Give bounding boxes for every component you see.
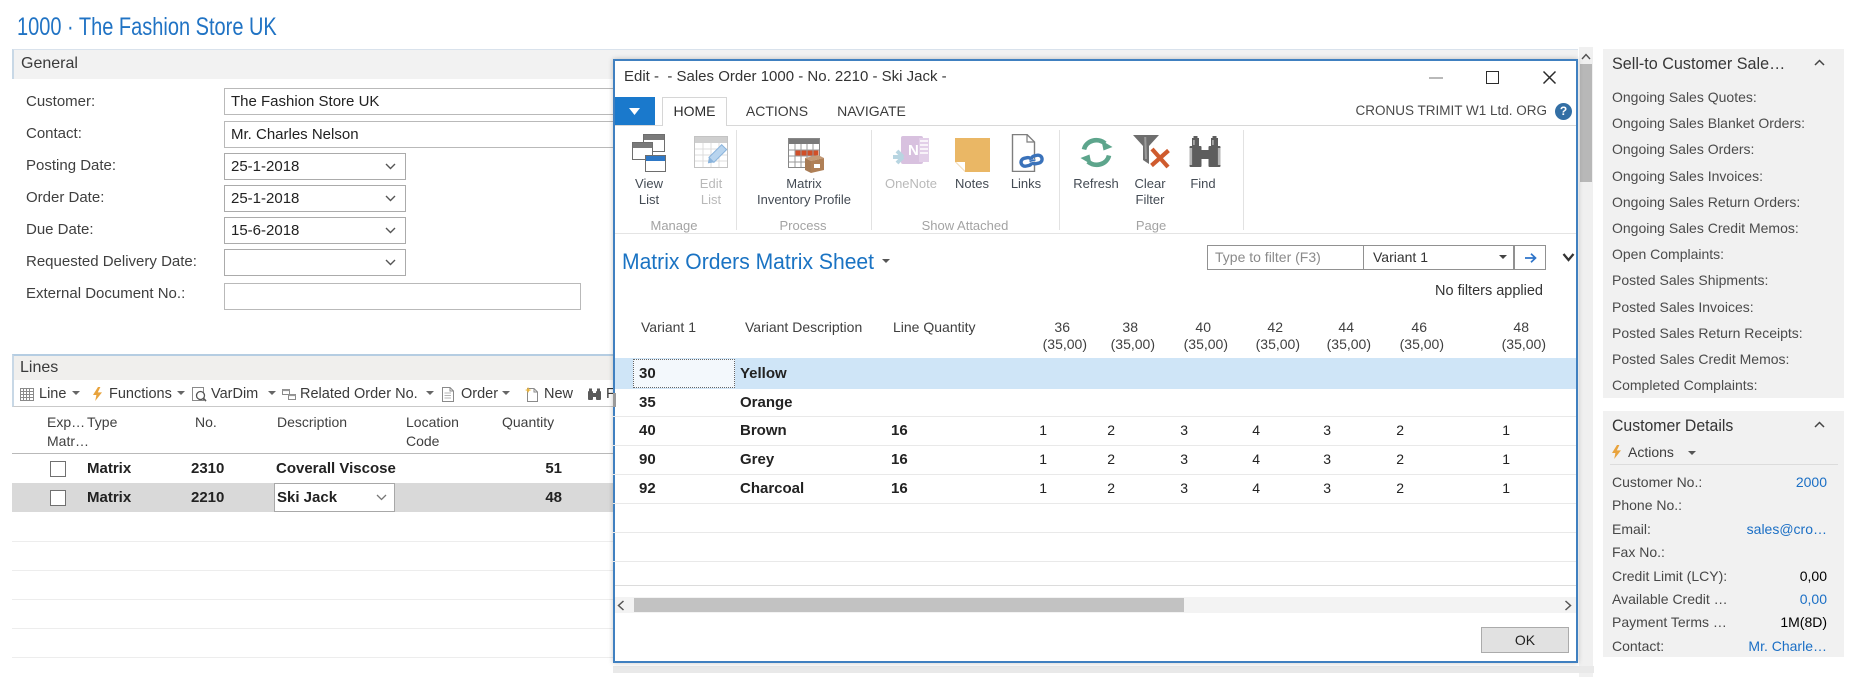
svg-text:N: N xyxy=(908,142,919,159)
